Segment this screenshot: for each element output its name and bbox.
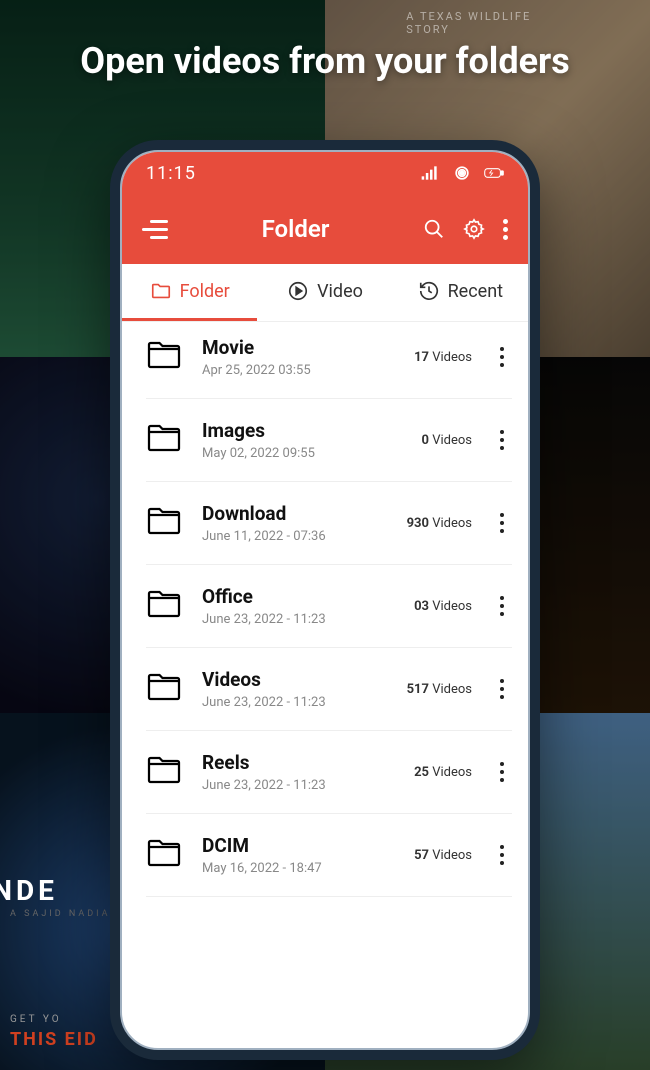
folder-icon	[146, 422, 182, 458]
folder-row[interactable]: Office June 23, 2022 - 11:23 03 Videos	[146, 565, 512, 648]
folder-video-count: 0 Videos	[422, 433, 472, 448]
folder-name: Movie	[202, 336, 394, 359]
bg-text: A TEXAS WILDLIFE STORY	[406, 10, 569, 36]
folder-info: Videos June 23, 2022 - 11:23	[202, 668, 387, 710]
folder-row[interactable]: Reels June 23, 2022 - 11:23 25 Videos	[146, 731, 512, 814]
folder-date: May 16, 2022 - 18:47	[202, 861, 394, 876]
folder-icon	[146, 671, 182, 707]
settings-icon[interactable]	[463, 218, 485, 240]
page-title: Folder	[184, 215, 407, 243]
status-time: 11:15	[146, 163, 196, 184]
tab-bar: Folder Video Recent	[122, 264, 528, 322]
bg-text: GET YO	[10, 1014, 62, 1025]
folder-video-count: 03 Videos	[414, 599, 472, 614]
folder-row[interactable]: DCIM May 16, 2022 - 18:47 57 Videos	[146, 814, 512, 897]
history-icon	[418, 280, 440, 302]
row-menu-button[interactable]	[492, 675, 512, 703]
app-header: Folder	[122, 194, 528, 264]
folder-row[interactable]: Videos June 23, 2022 - 11:23 517 Videos	[146, 648, 512, 731]
folder-row[interactable]: Images May 02, 2022 09:55 0 Videos	[146, 399, 512, 482]
folder-date: June 23, 2022 - 11:23	[202, 695, 387, 710]
tab-folder[interactable]: Folder	[122, 264, 257, 321]
row-menu-button[interactable]	[492, 426, 512, 454]
folder-row[interactable]: Movie Apr 25, 2022 03:55 17 Videos	[146, 322, 512, 399]
folder-video-count: 517 Videos	[407, 682, 472, 697]
signal-icon	[420, 163, 440, 183]
folder-date: June 23, 2022 - 11:23	[202, 612, 394, 627]
folder-name: Videos	[202, 668, 387, 691]
folder-video-count: 57 Videos	[414, 848, 472, 863]
folder-list[interactable]: Movie Apr 25, 2022 03:55 17 Videos Image…	[122, 322, 528, 897]
folder-icon	[146, 339, 182, 375]
folder-icon	[146, 588, 182, 624]
folder-icon	[146, 505, 182, 541]
folder-info: DCIM May 16, 2022 - 18:47	[202, 834, 394, 876]
phone-screen: 11:15 Fold	[120, 150, 530, 1050]
folder-video-count: 17 Videos	[414, 350, 472, 365]
folder-name: Download	[202, 502, 387, 525]
folder-date: June 23, 2022 - 11:23	[202, 778, 394, 793]
tab-label: Recent	[448, 281, 503, 302]
folder-date: Apr 25, 2022 03:55	[202, 363, 394, 378]
wifi-broadcast-icon	[452, 163, 472, 183]
folder-name: Reels	[202, 751, 394, 774]
tab-label: Video	[317, 281, 363, 302]
folder-info: Office June 23, 2022 - 11:23	[202, 585, 394, 627]
folder-info: Reels June 23, 2022 - 11:23	[202, 751, 394, 793]
tab-label: Folder	[180, 281, 230, 302]
more-menu-button[interactable]	[503, 219, 508, 240]
search-icon[interactable]	[423, 218, 445, 240]
folder-icon	[146, 754, 182, 790]
bg-text: INDE	[0, 874, 58, 907]
folder-name: DCIM	[202, 834, 394, 857]
header-actions	[423, 218, 508, 240]
folder-icon	[150, 280, 172, 302]
folder-name: Office	[202, 585, 394, 608]
row-menu-button[interactable]	[492, 592, 512, 620]
folder-video-count: 930 Videos	[407, 516, 472, 531]
phone-frame: 11:15 Fold	[110, 140, 540, 1060]
folder-date: May 02, 2022 09:55	[202, 446, 402, 461]
tab-video[interactable]: Video	[257, 264, 392, 321]
folder-info: Images May 02, 2022 09:55	[202, 419, 402, 461]
row-menu-button[interactable]	[492, 509, 512, 537]
status-icons	[420, 163, 504, 183]
tab-recent[interactable]: Recent	[393, 264, 528, 321]
folder-info: Download June 11, 2022 - 07:36	[202, 502, 387, 544]
row-menu-button[interactable]	[492, 758, 512, 786]
banner-heading: Open videos from your folders	[0, 40, 650, 82]
play-circle-icon	[287, 280, 309, 302]
status-bar: 11:15	[122, 152, 528, 194]
row-menu-button[interactable]	[492, 841, 512, 869]
folder-date: June 11, 2022 - 07:36	[202, 529, 387, 544]
folder-row[interactable]: Download June 11, 2022 - 07:36 930 Video…	[146, 482, 512, 565]
folder-info: Movie Apr 25, 2022 03:55	[202, 336, 394, 378]
folder-video-count: 25 Videos	[414, 765, 472, 780]
battery-icon	[484, 163, 504, 183]
row-menu-button[interactable]	[492, 343, 512, 371]
menu-button[interactable]	[142, 220, 168, 239]
bg-text: THIS EID	[10, 1029, 98, 1050]
folder-icon	[146, 837, 182, 873]
folder-name: Images	[202, 419, 402, 442]
bg-text: A SAJID NADIA	[10, 909, 111, 919]
